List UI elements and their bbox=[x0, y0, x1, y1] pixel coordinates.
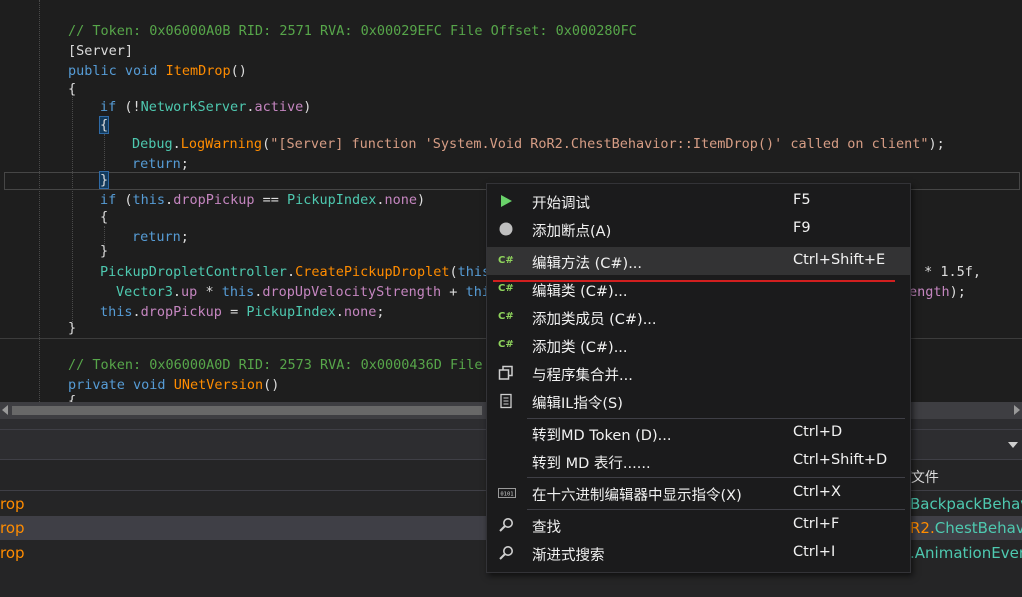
menu-item-edit-method[interactable]: C# 编辑方法 (C#)... Ctrl+Shift+E bbox=[487, 247, 910, 275]
code-line: // Token: 0x06000A0D RID: 2573 RVA: 0x00… bbox=[68, 357, 499, 373]
code-line: } bbox=[98, 171, 110, 189]
menu-separator bbox=[527, 509, 905, 510]
code-line: public void ItemDrop() bbox=[68, 63, 247, 79]
code-line: return; bbox=[132, 156, 189, 172]
merge-assembly-icon bbox=[498, 365, 516, 381]
matched-brace: { bbox=[98, 116, 110, 134]
code-line-fragment: ength); bbox=[909, 284, 966, 300]
incremental-search-icon bbox=[498, 545, 516, 561]
code-line: { bbox=[100, 209, 109, 225]
menu-item-start-debugging[interactable]: 开始调试 F5 bbox=[487, 187, 910, 215]
menu-item-edit-il[interactable]: 编辑IL指令(S) bbox=[487, 387, 910, 415]
chevron-down-icon[interactable] bbox=[1008, 442, 1018, 448]
context-menu: 开始调试 F5 添加断点(A) F9 C# 编辑方法 (C#)... Ctrl+… bbox=[486, 183, 911, 573]
scroll-right-icon[interactable] bbox=[1014, 405, 1020, 415]
menu-item-add-breakpoint[interactable]: 添加断点(A) F9 bbox=[487, 215, 910, 243]
play-icon bbox=[498, 193, 516, 209]
menu-item-hex-editor[interactable]: 0101 在十六进制编辑器中显示指令(X) Ctrl+X bbox=[487, 479, 910, 507]
search-icon bbox=[498, 517, 516, 533]
code-line: return; bbox=[132, 229, 189, 245]
menu-item-edit-class[interactable]: C# 编辑类 (C#)... bbox=[487, 275, 910, 303]
menu-item-incremental-search[interactable]: 渐进式搜索 Ctrl+I bbox=[487, 539, 910, 567]
csharp-icon: C# bbox=[498, 311, 514, 322]
indent-guide bbox=[104, 134, 105, 174]
menu-item-add-class-member[interactable]: C# 添加类成员 (C#)... bbox=[487, 303, 910, 331]
breakpoint-icon bbox=[498, 221, 516, 237]
code-line: } bbox=[100, 243, 109, 259]
code-line: { bbox=[68, 81, 77, 97]
scroll-left-icon[interactable] bbox=[2, 405, 8, 415]
menu-separator bbox=[527, 477, 905, 478]
code-line: [Server] bbox=[68, 43, 134, 59]
code-line-fragment: * 1.5f, bbox=[916, 264, 982, 280]
indent-guide bbox=[72, 88, 73, 328]
matched-brace: } bbox=[98, 171, 110, 189]
menu-item-goto-md-table-row[interactable]: 转到 MD 表行...... Ctrl+Shift+D bbox=[487, 447, 910, 475]
csharp-icon: C# bbox=[498, 255, 514, 266]
code-line: { bbox=[68, 393, 77, 402]
csharp-icon: C# bbox=[498, 283, 514, 294]
menu-item-add-class[interactable]: C# 添加类 (C#)... bbox=[487, 331, 910, 359]
menu-item-find[interactable]: 查找 Ctrl+F bbox=[487, 511, 910, 539]
code-line: Vector3.up * this.dropUpVelocityStrength… bbox=[116, 284, 490, 300]
code-line: { bbox=[98, 116, 110, 134]
code-line: // Token: 0x06000A0B RID: 2571 RVA: 0x00… bbox=[68, 23, 637, 39]
code-line: this.dropPickup = PickupIndex.none; bbox=[100, 304, 385, 320]
code-line: PickupDropletController.CreatePickupDrop… bbox=[100, 264, 491, 280]
code-line: if (this.dropPickup == PickupIndex.none) bbox=[100, 192, 426, 208]
hex-editor-icon: 0101 bbox=[498, 485, 516, 501]
indent-guide bbox=[39, 0, 40, 402]
code-line: if (!NetworkServer.active) bbox=[100, 99, 312, 115]
code-line: } bbox=[68, 320, 77, 336]
svg-text:0101: 0101 bbox=[500, 492, 513, 498]
code-line: private void UNetVersion() bbox=[68, 377, 280, 393]
menu-item-goto-md-token[interactable]: 转到MD Token (D)... Ctrl+D bbox=[487, 419, 910, 447]
menu-item-merge-assembly[interactable]: 与程序集合并... bbox=[487, 359, 910, 387]
code-line: Debug.LogWarning("[Server] function 'Sys… bbox=[132, 136, 945, 152]
csharp-icon: C# bbox=[498, 339, 514, 350]
il-document-icon bbox=[498, 393, 516, 409]
scrollbar-thumb[interactable] bbox=[12, 406, 482, 415]
